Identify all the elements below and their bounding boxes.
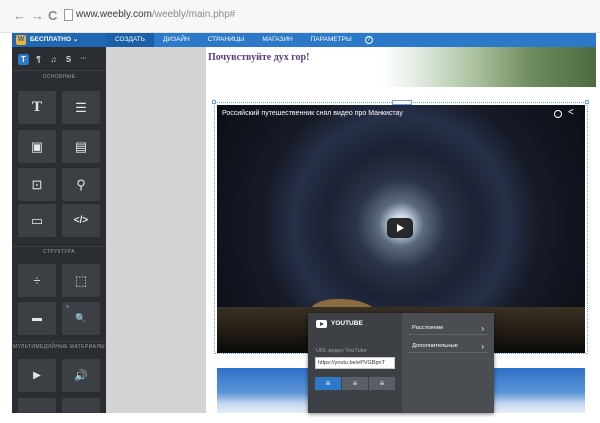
spacer-icon: ⬚ (74, 272, 88, 288)
section-divider (12, 246, 106, 247)
chevron-right-icon: › (481, 324, 484, 333)
section-divider (12, 341, 106, 342)
watch-later-icon[interactable] (554, 110, 562, 118)
section-label-basic: ОСНОВНЫЕ (42, 74, 76, 80)
embed-code-icon: </> (73, 215, 89, 226)
browser-bar: ← → C www.weebly.com/weebly/main.php# (0, 0, 600, 33)
tab-design[interactable]: ДИЗАЙН (154, 33, 199, 47)
header-mountain-image[interactable] (380, 47, 596, 87)
resize-handle[interactable] (585, 100, 589, 104)
spacing-label: Расстояние (412, 325, 444, 331)
text-tab-icon[interactable]: T (18, 54, 29, 65)
title-element[interactable]: T (18, 91, 56, 124)
spacing-menu-item[interactable]: Расстояние › (408, 322, 488, 335)
weebly-logo-icon: W (16, 35, 26, 45)
button-block-icon: ▬ (32, 313, 42, 324)
divider-icon: ÷ (33, 273, 41, 288)
share-icon[interactable]: < (568, 108, 574, 118)
divider-element[interactable]: ÷ (18, 264, 56, 297)
sidebar-tabs: T ¶ ♫ S ··· (18, 54, 89, 65)
button-element[interactable]: ▭ (18, 204, 56, 237)
elements-sidebar: T ¶ ♫ S ··· ОСНОВНЫЕ T ☰ ▣ ▤ ⊡ ⚲ ▭ </> С… (12, 47, 106, 413)
text-element[interactable]: ☰ (62, 91, 100, 124)
tab-pages[interactable]: СТРАНИЦЫ (199, 33, 254, 47)
address-bar[interactable]: www.weebly.com/weebly/main.php# (76, 9, 235, 20)
search-element[interactable]: 🔍 (62, 302, 100, 335)
video-icon: ▶ (33, 370, 41, 381)
page-icon (64, 9, 73, 21)
gallery-icon: ⊡ (31, 176, 43, 192)
flash-element[interactable] (62, 398, 100, 413)
flash-icon (62, 398, 100, 413)
youtube-settings-popover: YOUTUBE URL видео YouTube ≡ ≡ ≡ Расстоян… (308, 313, 494, 413)
audio-element[interactable]: 🔊 (62, 359, 100, 392)
button-block-element[interactable]: ▬ (18, 302, 56, 335)
media-tab-icon[interactable]: ♫ (48, 54, 59, 65)
video-element[interactable]: ▶ (18, 359, 56, 392)
page-title[interactable]: Почувствуйте дух гор! (208, 52, 309, 63)
help-icon[interactable]: ? (364, 36, 373, 44)
popover-title: YOUTUBE (331, 320, 363, 327)
alignment-toggle: ≡ ≡ ≡ (315, 377, 395, 390)
url-host: www.weebly.com (76, 9, 152, 20)
advanced-label: Дополнительные (412, 343, 458, 349)
document-element[interactable] (18, 398, 56, 413)
more-tab-icon[interactable]: ··· (78, 54, 89, 65)
canvas-background (106, 47, 206, 413)
youtube-url-input[interactable] (315, 357, 395, 369)
tab-store[interactable]: МАГАЗИН (253, 33, 301, 47)
url-field-label: URL видео YouTube (316, 348, 367, 354)
section-divider (12, 70, 106, 71)
store-tab-icon[interactable]: S (63, 54, 74, 65)
top-menu: СОЗДАТЬ ДИЗАЙН СТРАНИЦЫ МАГАЗИН ПАРАМЕТР… (106, 33, 373, 47)
youtube-icon (316, 320, 327, 328)
url-path: /weebly/main.php# (151, 9, 236, 20)
editor-toolbar: W БЕСПЛАТНО ⌄ СОЗДАТЬ ДИЗАЙН СТРАНИЦЫ МА… (12, 33, 596, 47)
tab-settings[interactable]: ПАРАМЕТРЫ (302, 33, 361, 47)
section-label-media: МУЛЬТИМЕДИЙНЫЕ МАТЕРИАЛЫ (13, 344, 105, 350)
play-button[interactable] (387, 218, 413, 238)
section-label-structure: СТРУКТУРА (43, 249, 75, 255)
embed-code-element[interactable]: </> (62, 204, 100, 237)
resize-handle[interactable] (212, 100, 216, 104)
audio-icon: 🔊 (74, 370, 88, 382)
reload-icon[interactable]: C (48, 9, 57, 23)
align-center-icon[interactable]: ≡ (342, 377, 369, 390)
align-right-icon[interactable]: ≡ (369, 377, 395, 390)
title-icon: T (31, 99, 42, 115)
image-element[interactable]: ▣ (18, 130, 56, 163)
tab-create[interactable]: СОЗДАТЬ (106, 33, 154, 47)
document-icon (18, 398, 56, 413)
advanced-menu-item[interactable]: Дополнительные › (408, 340, 488, 353)
video-title[interactable]: Российский путешественник снял видео про… (222, 110, 403, 117)
image-text-icon: ▤ (74, 138, 88, 154)
text-icon: ☰ (75, 99, 87, 115)
spacer-element[interactable]: ⬚ (62, 264, 100, 297)
button-icon: ▭ (30, 212, 44, 228)
search-icon: 🔍 (75, 313, 87, 323)
plan-label: БЕСПЛАТНО ⌄ (30, 36, 79, 43)
back-arrow-icon[interactable]: ← (13, 9, 26, 23)
map-element[interactable]: ⚲ (62, 168, 100, 201)
gallery-element[interactable]: ⊡ (18, 168, 56, 201)
chevron-right-icon: › (481, 342, 484, 351)
page-tab-icon[interactable]: ¶ (33, 54, 44, 65)
plan-dropdown[interactable]: W БЕСПЛАТНО ⌄ (12, 33, 106, 47)
image-icon: ▣ (30, 138, 44, 154)
map-icon: ⚲ (76, 176, 86, 192)
image-text-element[interactable]: ▤ (62, 130, 100, 163)
forward-arrow-icon[interactable]: → (31, 9, 44, 23)
align-left-icon[interactable]: ≡ (315, 377, 342, 390)
